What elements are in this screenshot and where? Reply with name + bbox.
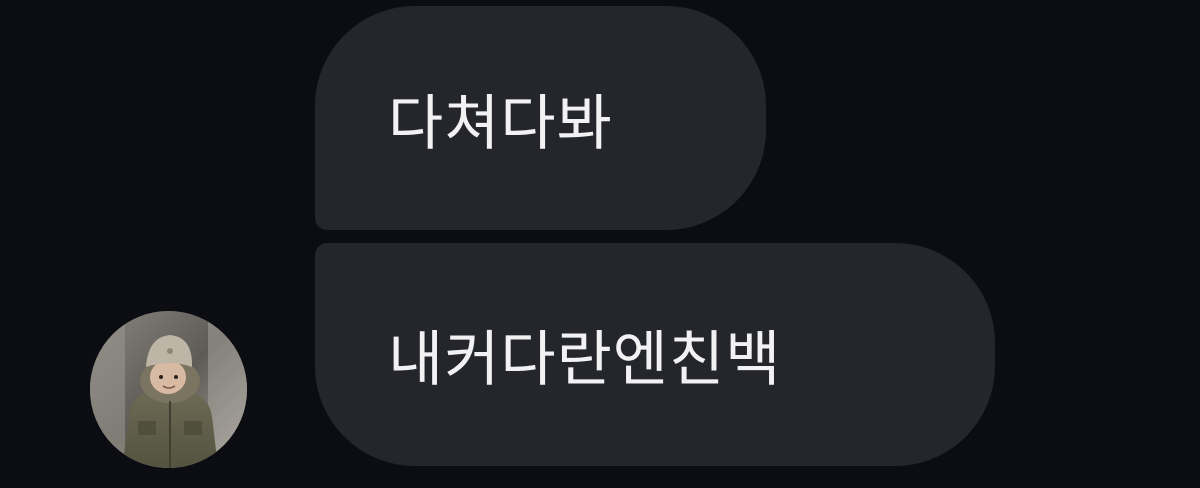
avatar[interactable] (90, 311, 247, 468)
message-text: 내커다란엔친백 (388, 325, 782, 395)
message-bubble[interactable]: 다쳐다봐 (315, 6, 766, 230)
message-bubble[interactable]: 내커다란엔친백 (315, 243, 995, 466)
chat-thread: 다쳐다봐 내커다란엔친백 (0, 0, 1200, 488)
message-text: 다쳐다봐 (388, 88, 613, 159)
child-photo-icon (90, 311, 247, 468)
